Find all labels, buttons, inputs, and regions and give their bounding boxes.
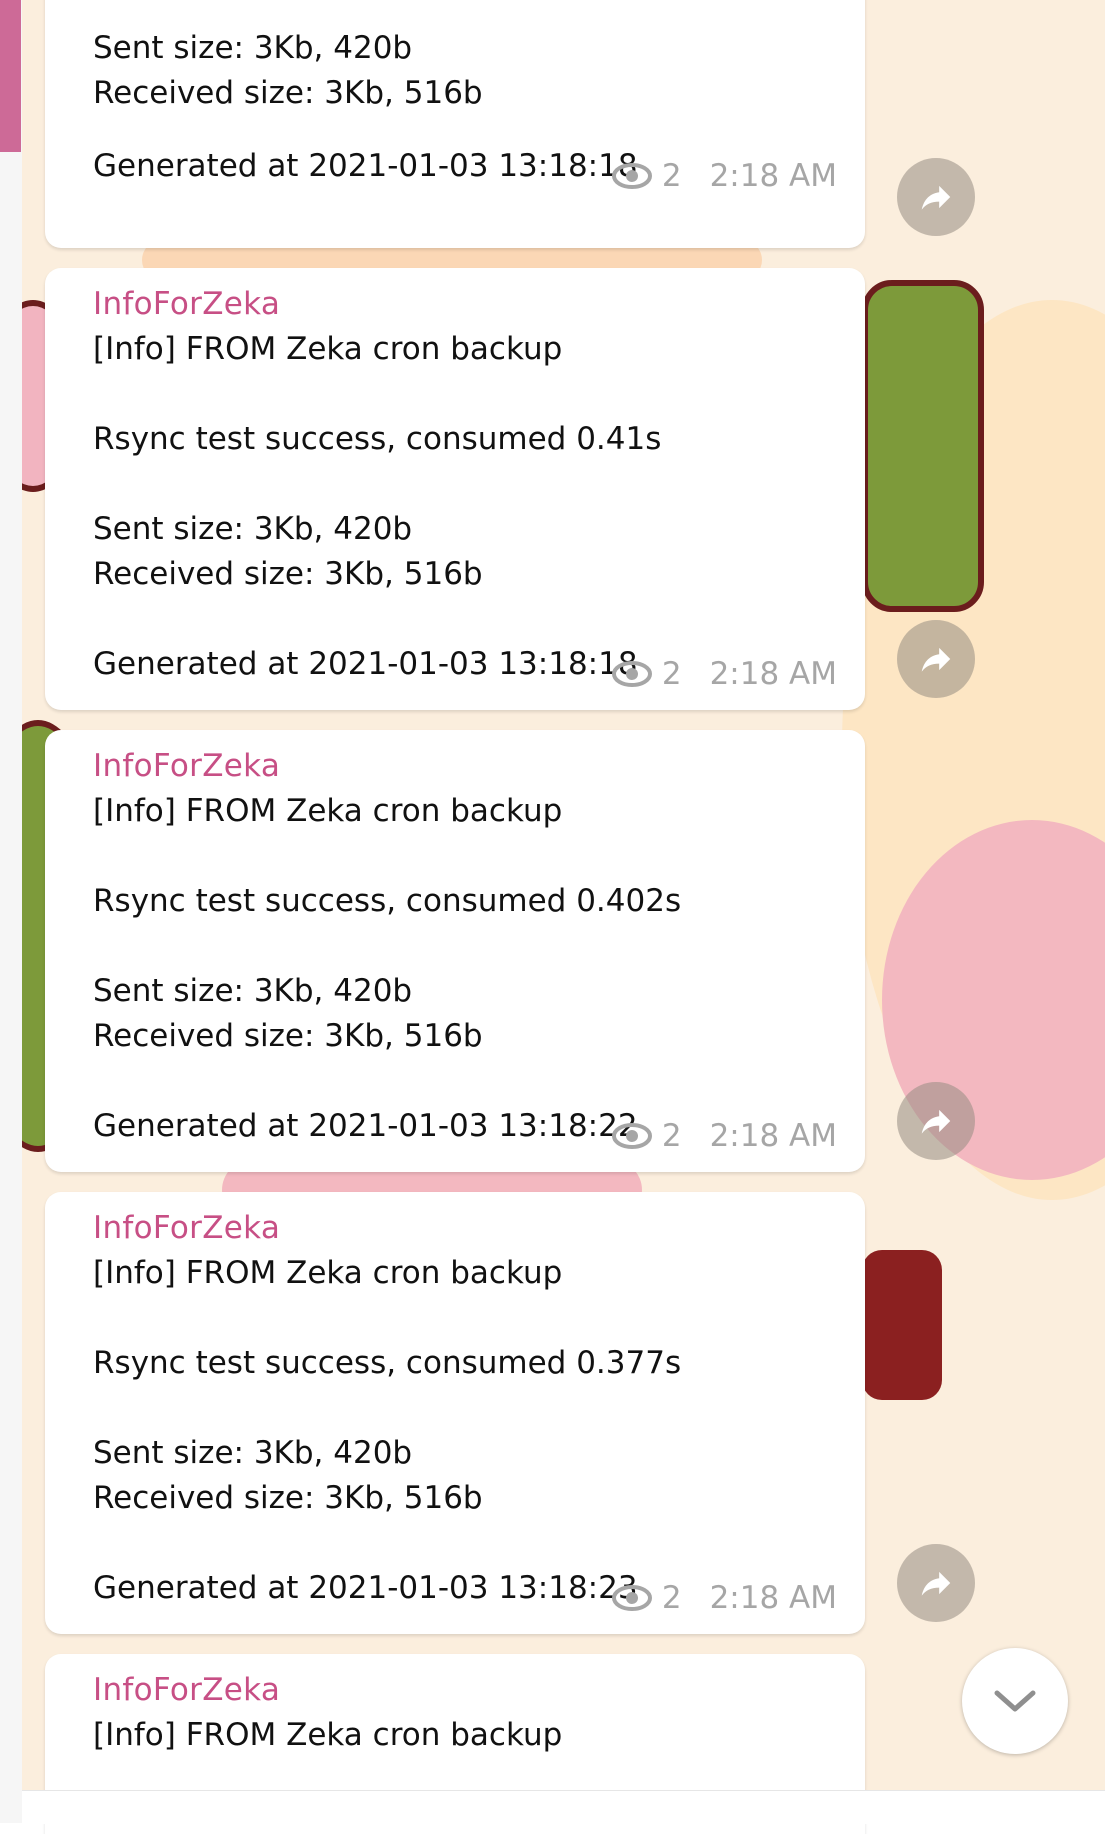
share-button[interactable]	[897, 1082, 975, 1160]
message-line: Generated at 2021-01-03 13:18:23	[93, 1570, 638, 1606]
eye-icon	[611, 1123, 652, 1149]
eye-icon	[611, 661, 652, 687]
message-bubble[interactable]: InfoForZeka [Info] FROM Zeka cron backup…	[45, 1192, 865, 1634]
message-meta: 2 2:18 AM	[611, 1118, 837, 1154]
message-line: Sent size: 3Kb, 420b	[93, 30, 413, 66]
message-meta: 2 2:18 AM	[611, 158, 837, 194]
sender-name[interactable]: InfoForZeka	[93, 286, 280, 322]
message-line: Received size: 3Kb, 516b	[93, 1018, 483, 1054]
view-count: 2	[661, 1118, 682, 1154]
message-line: Sent size: 3Kb, 420b	[93, 511, 413, 547]
message-line: Sent size: 3Kb, 420b	[93, 1435, 413, 1471]
message-line: Received size: 3Kb, 516b	[93, 556, 483, 592]
eye-icon	[611, 1585, 652, 1611]
message-line: [Info] FROM Zeka cron backup	[93, 1255, 563, 1291]
message-time: 2:18 AM	[709, 158, 837, 194]
message-line: Generated at 2021-01-03 13:18:18	[93, 646, 638, 682]
share-arrow-icon	[921, 647, 951, 672]
view-count: 2	[661, 1580, 682, 1616]
scroll-down-button[interactable]	[962, 1648, 1068, 1754]
share-arrow-icon	[921, 1109, 951, 1134]
share-button[interactable]	[897, 158, 975, 236]
left-panel-strip	[0, 0, 22, 1823]
share-button[interactable]	[897, 620, 975, 698]
message-line: Rsync test success, consumed 0.402s	[93, 883, 682, 919]
message-line: [Info] FROM Zeka cron backup	[93, 331, 563, 367]
message-composer-bar[interactable]	[22, 1790, 1105, 1824]
message-line: Rsync test success, consumed 0.41s	[93, 421, 662, 457]
message-line: Generated at 2021-01-03 13:18:22	[93, 1108, 638, 1144]
view-count: 2	[661, 158, 682, 194]
sender-name[interactable]: InfoForZeka	[93, 1672, 280, 1708]
message-time: 2:18 AM	[709, 1580, 837, 1616]
sender-name[interactable]: InfoForZeka	[93, 748, 280, 784]
message-bubble[interactable]: InfoForZeka [Info] FROM Zeka cron backup…	[45, 268, 865, 710]
message-bubble[interactable]: Sent size: 3Kb, 420b Received size: 3Kb,…	[45, 0, 865, 248]
message-time: 2:18 AM	[709, 1118, 837, 1154]
message-bubble[interactable]: InfoForZeka [Info] FROM Zeka cron backup…	[45, 730, 865, 1172]
message-line: Received size: 3Kb, 516b	[93, 1480, 483, 1516]
message-line: Rsync test success, consumed 0.377s	[93, 1345, 682, 1381]
message-line: Received size: 3Kb, 516b	[93, 75, 483, 111]
eye-icon	[611, 163, 652, 189]
message-line: [Info] FROM Zeka cron backup	[93, 793, 563, 829]
message-line: Sent size: 3Kb, 420b	[93, 973, 413, 1009]
message-line: [Info] FROM Zeka cron backup	[93, 1717, 563, 1753]
share-arrow-icon	[921, 185, 951, 210]
share-arrow-icon	[921, 1571, 951, 1596]
message-line: Generated at 2021-01-03 13:18:18	[93, 148, 638, 184]
chevron-down-icon	[994, 1690, 1036, 1712]
active-chat-indicator	[0, 0, 21, 152]
message-time: 2:18 AM	[709, 656, 837, 692]
sender-name[interactable]: InfoForZeka	[93, 1210, 280, 1246]
view-count: 2	[661, 656, 682, 692]
message-meta: 2 2:18 AM	[611, 1580, 837, 1616]
share-button[interactable]	[897, 1544, 975, 1622]
message-meta: 2 2:18 AM	[611, 656, 837, 692]
